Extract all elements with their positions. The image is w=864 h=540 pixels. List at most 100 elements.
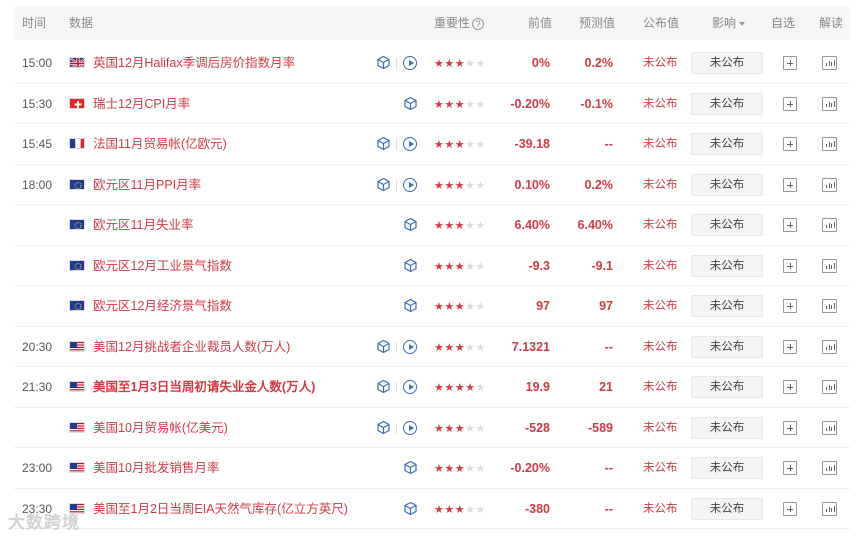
event-name-link[interactable]: 欧元区11月失业率 [93,205,193,245]
table-row[interactable]: 23:30 美国至1月2日当周EIA天然气库存(亿立方英尺) ★★★★★ -380 --… [14,489,850,529]
impact-badge[interactable]: 未公布 [691,376,763,398]
event-name-link[interactable]: 美国12月挑战者企业裁员人数(万人) [93,327,290,367]
event-time: 23:00 [22,461,53,475]
star-icon: ★ [475,341,486,354]
add-watchlist-icon[interactable] [783,501,797,516]
star-icon: ★ [434,422,444,435]
star-icon: ★ [465,179,475,192]
previous-value: -528 [524,420,550,435]
play-icon[interactable] [403,56,417,70]
impact-badge[interactable]: 未公布 [691,173,763,196]
star-icon: ★ [465,422,475,435]
cube-icon[interactable] [376,136,391,151]
cube-icon[interactable] [403,460,418,475]
table-row[interactable]: 20:30 美国12月挑战者企业裁员人数(万人) ★★★★★ 7.1321 -- 未公布未… [14,327,850,367]
chart-icon[interactable] [822,380,837,394]
table-row[interactable]: 21:30 美国至1月3日当周初请失业金人数(万人) ★★★★★ 19.9 21 未公布未… [14,367,850,408]
star-icon: ★ [454,341,465,354]
cube-icon[interactable] [403,501,418,516]
chart-icon[interactable] [822,56,837,70]
table-row[interactable]: 15:00 英国12月Halifax季调后房价指数月率 ★★★★★ 0% 0.2% 未公布… [14,43,850,84]
add-watchlist-icon[interactable] [783,461,797,475]
cube-icon[interactable] [376,379,391,394]
chart-icon[interactable] [822,218,837,232]
chart-icon[interactable] [822,299,837,313]
header-impact[interactable]: 影响 [712,6,746,40]
cube-icon[interactable] [403,96,418,111]
event-name-link[interactable]: 欧元区12月工业景气指数 [93,246,232,286]
star-icon: ★ [444,422,455,435]
ch-flag-icon [69,97,85,109]
event-name-link[interactable]: 美国10月贸易帐(亿美元) [93,408,228,448]
table-row[interactable]: 18:00 欧元区11月PPI月率 ★★★★★ 0.10% 0.2% 未公布 未公布 [14,165,850,205]
cube-icon[interactable] [376,55,391,70]
add-watchlist-icon[interactable] [783,56,797,70]
event-name-link[interactable]: 英国12月Halifax季调后房价指数月率 [93,43,295,83]
chart-icon[interactable] [822,258,837,273]
table-row[interactable]: 欧元区12月工业景气指数 ★★★★★ -9.3 -9.1 未公布 未公布 [14,246,850,286]
importance-stars: ★★★★★ [434,165,486,205]
play-icon[interactable] [403,380,417,394]
play-icon[interactable] [403,137,417,151]
impact-badge[interactable]: 未公布 [691,92,763,115]
chart-icon[interactable] [822,96,837,111]
table-row[interactable]: 15:45 法国11月贸易帐(亿欧元) ★★★★★ -39.18 -- 未公布 未公布 [14,124,850,165]
add-watchlist-icon[interactable] [783,218,797,232]
chart-icon[interactable] [822,461,837,475]
table-row[interactable]: 23:00 美国10月批发销售月率 ★★★★★ -0.20% -- 未公布 未公布 [14,448,850,489]
event-name-link[interactable]: 美国10月批发销售月率 [93,448,219,488]
event-name-link[interactable]: 美国至1月2日当周EIA天然气库存(亿立方英尺) [93,489,348,529]
impact-badge[interactable]: 未公布 [691,335,763,358]
play-icon[interactable] [403,339,417,354]
impact-badge[interactable]: 未公布 [691,416,763,439]
star-icon: ★ [454,58,465,70]
chart-icon[interactable] [822,137,837,151]
play-icon[interactable] [403,420,417,435]
impact-badge[interactable]: 未公布 [691,295,763,317]
event-name-link[interactable]: 欧元区12月经济景气指数 [93,286,232,326]
chart-icon[interactable] [822,420,837,435]
event-name-link[interactable]: 瑞士12月CPI月率 [93,84,190,124]
divider [396,58,397,69]
us-flag-icon [69,340,85,352]
star-icon: ★ [454,260,465,273]
help-icon[interactable]: ? [472,17,485,30]
cube-icon[interactable] [376,420,391,435]
add-watchlist-icon[interactable] [783,339,797,354]
table-row[interactable]: 欧元区12月经济景气指数 ★★★★★ 97 97 未公布 未公布 [14,286,850,327]
impact-badge[interactable]: 未公布 [691,497,763,520]
importance-stars: ★★★★★ [434,124,486,164]
cube-icon[interactable] [403,298,418,313]
cube-icon[interactable] [376,177,391,192]
event-name-link[interactable]: 法国11月贸易帐(亿欧元) [93,124,227,164]
event-time: 15:00 [22,56,53,70]
impact-badge[interactable]: 未公布 [691,214,763,236]
add-watchlist-icon[interactable] [783,380,797,394]
table-row[interactable]: 美国10月贸易帐(亿美元) ★★★★★ -528 -589 未公布 未公布 [14,408,850,448]
add-watchlist-icon[interactable] [783,420,797,435]
cube-icon[interactable] [403,217,418,232]
eu-flag-icon [69,219,85,230]
table-row[interactable]: 欧元区11月失业率 ★★★★★ 6.40% 6.40% 未公布 未公布 [14,205,850,246]
table-row[interactable]: 15:30 瑞士12月CPI月率 ★★★★★ -0.20% -0.1% 未公布 未公布 [14,84,850,124]
event-name-link[interactable]: 美国至1月3日当周初请失业金人数(万人) [93,367,315,407]
add-watchlist-icon[interactable] [783,177,797,192]
chart-icon[interactable] [822,339,837,354]
star-icon: ★ [444,503,455,516]
impact-badge[interactable]: 未公布 [691,133,763,155]
cube-icon[interactable] [403,258,418,273]
impact-badge[interactable]: 未公布 [691,52,763,74]
add-watchlist-icon[interactable] [783,299,797,313]
event-name-link[interactable]: 欧元区11月PPI月率 [93,165,201,205]
importance-stars: ★★★★★ [434,367,486,407]
chart-icon[interactable] [822,177,837,192]
play-icon[interactable] [403,177,417,192]
eu-flag-icon [69,300,85,311]
add-watchlist-icon[interactable] [783,258,797,273]
cube-icon[interactable] [376,339,391,354]
impact-badge[interactable]: 未公布 [691,457,763,479]
impact-badge[interactable]: 未公布 [691,254,763,277]
add-watchlist-icon[interactable] [783,96,797,111]
chart-icon[interactable] [822,501,837,516]
add-watchlist-icon[interactable] [783,137,797,151]
